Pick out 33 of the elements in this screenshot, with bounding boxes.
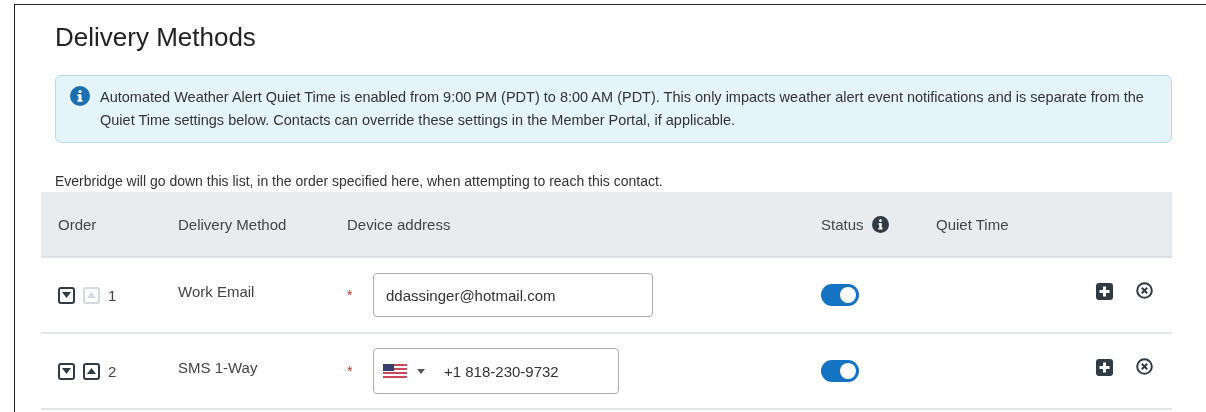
remove-icon[interactable] — [1136, 357, 1153, 375]
info-icon — [70, 86, 90, 106]
info-text: Automated Weather Alert Quiet Time is enabled from 9:00 PM (PDT) to 8:00 AM (PDT). This only impacts weather alert event notifications and is separate from the Quiet Time settings below. Contacts can override these settings in the Member Portal, if applicable. — [100, 88, 1145, 130]
move-up-button[interactable] — [83, 362, 100, 380]
up-triangle-icon — [87, 368, 96, 374]
add-icon[interactable] — [1096, 358, 1113, 376]
page-title: Delivery Methods — [54, 21, 257, 53]
delivery-method: Work Email — [178, 282, 255, 300]
device-address-field[interactable]: ddassinger@hotmail.com — [373, 273, 653, 317]
caret-icon[interactable] — [417, 368, 425, 374]
required-mark: * — [347, 363, 354, 379]
move-down-button[interactable] — [58, 362, 75, 380]
helper-text: Everbridge will go down this list, in the order specified here, when attempting to reach this contact. — [55, 173, 664, 189]
column-header: Order — [58, 215, 98, 233]
status-toggle[interactable] — [821, 284, 859, 306]
required-mark: * — [347, 287, 354, 303]
info-icon — [871, 215, 889, 233]
up-triangle-icon — [87, 292, 96, 298]
move-down-button[interactable] — [58, 286, 75, 304]
add-icon[interactable] — [1096, 282, 1113, 300]
column-header: Status — [821, 215, 864, 233]
delivery-method: SMS 1-Way — [178, 358, 258, 376]
column-header: Delivery Method — [178, 215, 288, 233]
phone-field[interactable]: +1 818-230-9732 — [373, 348, 619, 394]
order-number: 2 — [108, 362, 117, 380]
flag-icon — [383, 364, 407, 378]
down-triangle-icon — [62, 368, 71, 374]
down-triangle-icon — [62, 292, 71, 298]
status-toggle[interactable] — [821, 360, 859, 382]
column-header: Quiet Time — [936, 215, 1010, 233]
remove-icon[interactable] — [1136, 281, 1153, 299]
order-number: 1 — [108, 286, 117, 304]
column-header: Device address — [347, 215, 452, 233]
